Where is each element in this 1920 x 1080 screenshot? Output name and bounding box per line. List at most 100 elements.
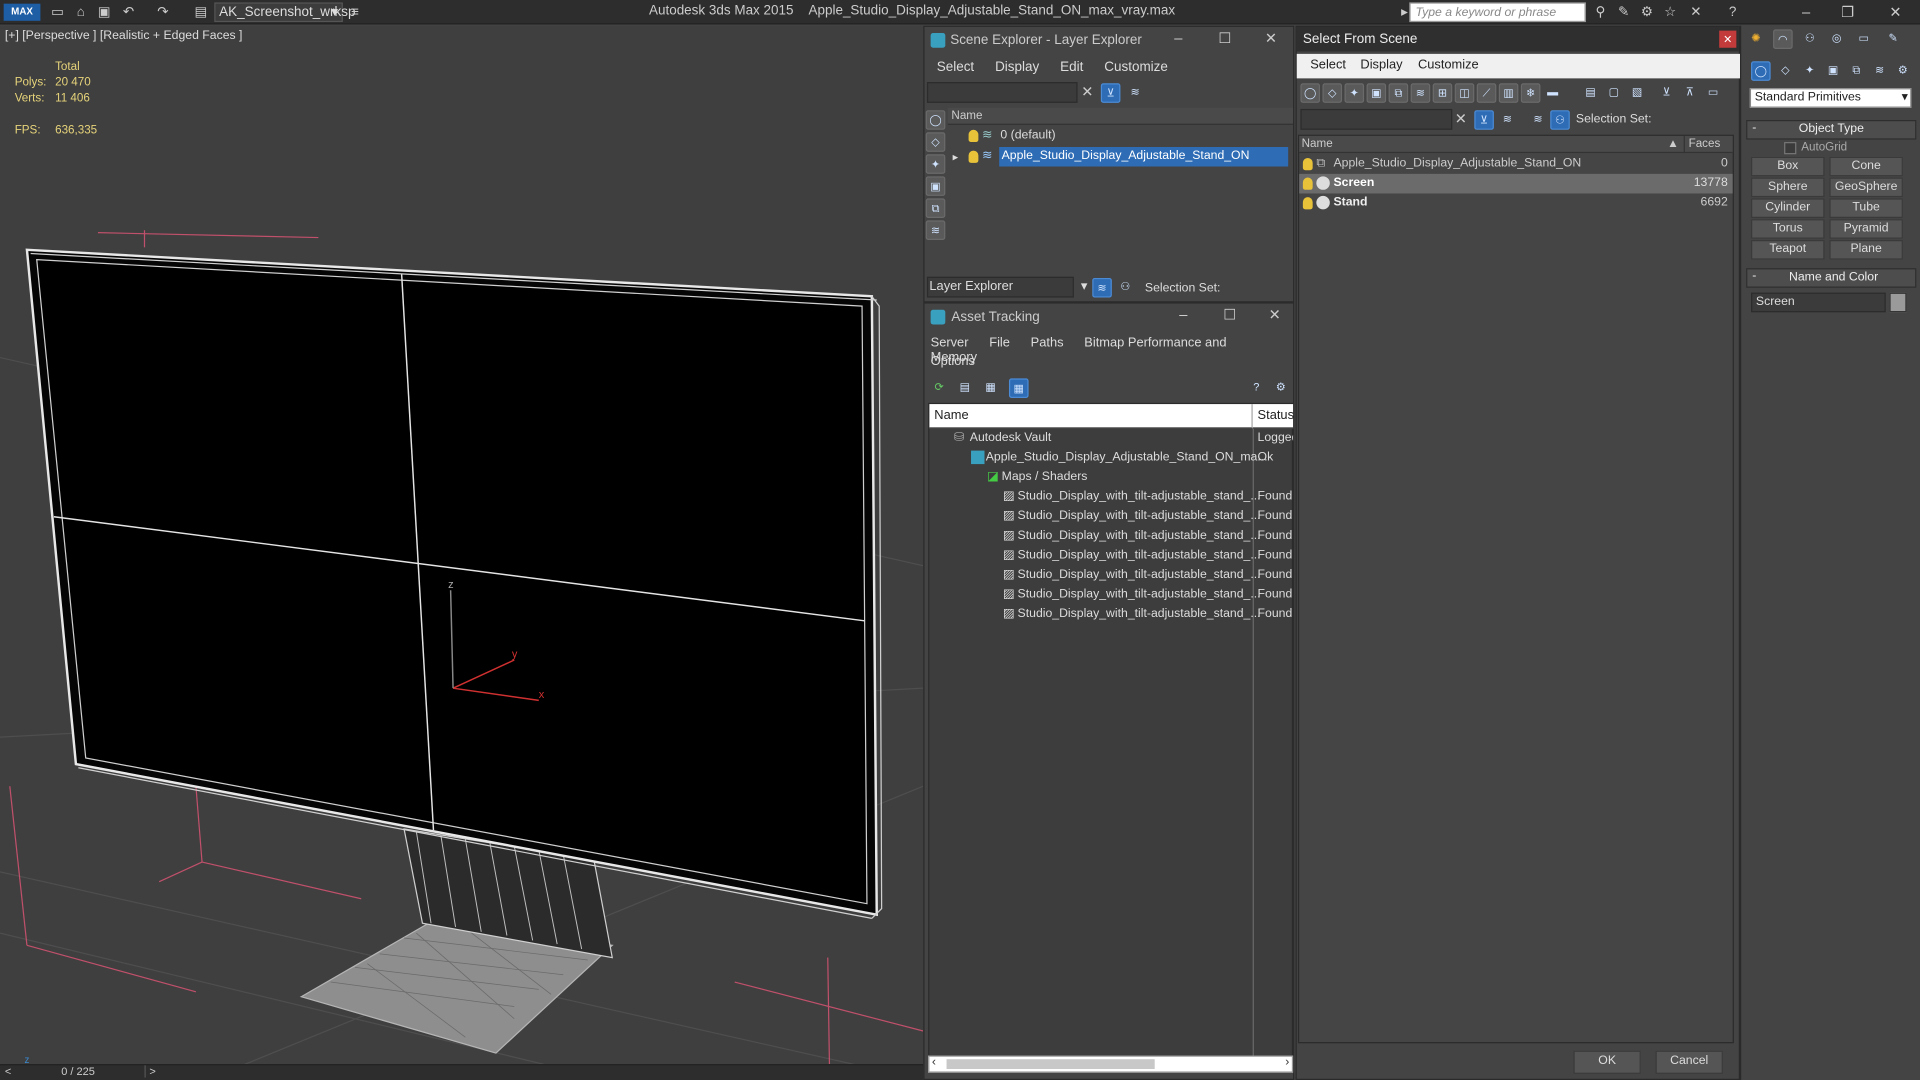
select-invert-icon[interactable]: ▧	[1627, 83, 1647, 103]
clear-search-icon[interactable]: ✕	[1455, 110, 1467, 127]
display-bones-icon[interactable]: ⟋	[1476, 83, 1497, 103]
teapot-button[interactable]: Teapot	[1751, 240, 1825, 260]
scrollbar-thumb[interactable]	[946, 1059, 1155, 1069]
menu-customize[interactable]: Customize	[1418, 58, 1479, 73]
asset-row[interactable]: Apple_Studio_Display_Adjustable_Stand_ON…	[929, 448, 1293, 468]
list-view-icon[interactable]: ▤	[955, 378, 975, 398]
menu-customize[interactable]: Customize	[1104, 60, 1168, 75]
perspective-viewport[interactable]: x y z z x [+] [Perspective ] [Realistic …	[0, 25, 924, 1065]
time-next-button[interactable]: >	[144, 1065, 156, 1078]
maximize-icon[interactable]: ☐	[1218, 29, 1231, 46]
menu-options[interactable]: Options	[931, 354, 975, 369]
asset-tracking-titlebar[interactable]: Asset Tracking – ☐ ✕	[924, 303, 1294, 331]
asset-row[interactable]: ▨ Studio_Display_with_tilt-adjustable_st…	[929, 507, 1293, 527]
rollout-collapse-icon[interactable]: -	[1752, 121, 1756, 134]
sphere-button[interactable]: Sphere	[1751, 177, 1825, 198]
hierarchy-icon[interactable]: ⚇	[1116, 278, 1136, 298]
clear-search-icon[interactable]: ✕	[1081, 83, 1093, 100]
scene-explorer-column-name[interactable]: Name	[947, 107, 1294, 125]
object-name-input[interactable]: Screen	[1751, 292, 1886, 313]
object-color-swatch[interactable]	[1889, 292, 1907, 313]
object-category-dropdown[interactable]: Standard Primitives ▾	[1749, 88, 1912, 108]
pyramid-button[interactable]: Pyramid	[1829, 219, 1903, 239]
workspace-dropdown[interactable]: AK_Screenshot_wrksp ▾	[214, 2, 355, 23]
object-column-name[interactable]: Name ▲	[1299, 135, 1684, 154]
binoculars-icon[interactable]: ⚲	[1592, 4, 1609, 21]
filter-icon[interactable]: ⊻	[1474, 110, 1494, 130]
utilities-icon[interactable]: ✎	[1883, 29, 1903, 49]
asset-row[interactable]: ▨ Studio_Display_with_tilt-adjustable_st…	[929, 566, 1293, 586]
scroll-right-icon[interactable]: ›	[1285, 1056, 1289, 1069]
menu-select[interactable]: Select	[937, 60, 974, 75]
visibility-bulb-icon[interactable]	[1302, 177, 1313, 190]
display-groups-icon[interactable]: ⊞	[1432, 83, 1453, 103]
app-logo-icon[interactable]: MAX	[3, 3, 41, 21]
display-cameras-icon[interactable]: ▣	[1366, 83, 1387, 103]
lights-category-icon[interactable]: ✦	[1800, 61, 1820, 81]
menu-server[interactable]: Server	[931, 336, 969, 351]
object-column-faces[interactable]: Faces	[1683, 135, 1733, 154]
subscription-icon[interactable]: ⚙	[1638, 4, 1655, 21]
menu-select[interactable]: Select	[1310, 58, 1346, 73]
sun-light-icon[interactable]: ✺	[1746, 29, 1766, 49]
layer-visibility-bulb-icon[interactable]	[968, 129, 979, 143]
geosphere-button[interactable]: GeoSphere	[1829, 177, 1903, 198]
systems-category-icon[interactable]: ⚙	[1893, 61, 1913, 81]
cone-button[interactable]: Cone	[1829, 156, 1903, 177]
viewport-label[interactable]: [+] [Perspective ] [Realistic + Edged Fa…	[5, 29, 243, 42]
layer-stack-icon[interactable]: ≋	[1125, 83, 1145, 103]
layer-explorer-icon[interactable]: ≋	[1092, 277, 1112, 298]
explorer-type-dropdown[interactable]: Layer Explorer ▾	[926, 276, 1087, 298]
menu-display[interactable]: Display	[995, 60, 1039, 75]
display-frozen-icon[interactable]: ❄	[1520, 83, 1541, 103]
thumbnail-view-icon[interactable]: ▦	[981, 378, 1001, 398]
new-file-icon[interactable]: ▭	[49, 4, 66, 21]
hierarchy-icon[interactable]: ⚇	[1550, 110, 1570, 130]
tube-button[interactable]: Tube	[1829, 198, 1903, 218]
plane-button[interactable]: Plane	[1829, 240, 1903, 260]
ok-button[interactable]: OK	[1573, 1050, 1641, 1074]
torus-button[interactable]: Torus	[1751, 219, 1825, 239]
motion-panel-icon[interactable]: ◎	[1827, 29, 1847, 49]
minimize-icon[interactable]: –	[1174, 29, 1182, 46]
display-geometry-icon[interactable]: ◯	[925, 110, 946, 130]
asset-row[interactable]: ▨ Studio_Display_with_tilt-adjustable_st…	[929, 487, 1293, 507]
horizontal-scrollbar[interactable]: ‹ ›	[928, 1055, 1294, 1073]
help-icon[interactable]: ?	[1724, 4, 1741, 21]
select-none-icon[interactable]: ▢	[1604, 83, 1624, 103]
display-cameras-icon[interactable]: ▣	[925, 176, 946, 196]
close-icon[interactable]: ✕	[1265, 29, 1277, 46]
refresh-icon[interactable]: ⟳	[929, 378, 949, 398]
workspace-menu-icon[interactable]: ≡	[347, 4, 364, 21]
close-icon[interactable]: ✕	[1269, 306, 1281, 323]
cameras-category-icon[interactable]: ▣	[1823, 61, 1843, 81]
table-view-icon[interactable]: ▦	[1008, 378, 1029, 398]
undo-icon[interactable]: ↶	[120, 4, 137, 21]
layer-row-default[interactable]: ≋ 0 (default)	[948, 126, 1293, 146]
cylinder-button[interactable]: Cylinder	[1751, 198, 1825, 218]
layer-stack-icon[interactable]: ≋	[1498, 110, 1518, 130]
settings-icon[interactable]: ⚙	[1271, 378, 1291, 398]
asset-row[interactable]: ▨ Studio_Display_with_tilt-adjustable_st…	[929, 527, 1293, 547]
object-row[interactable]: Stand 6692	[1299, 193, 1732, 213]
asset-row[interactable]: ▨ Studio_Display_with_tilt-adjustable_st…	[929, 546, 1293, 566]
select-from-scene-titlebar[interactable]: Select From Scene ✕	[1296, 26, 1739, 52]
hierarchy-panel-icon[interactable]: ⚇	[1800, 29, 1820, 49]
display-spacewarps-icon[interactable]: ≋	[1410, 83, 1431, 103]
display-hidden-icon[interactable]: ▬	[1543, 83, 1563, 103]
filter-icon[interactable]: ⊻	[1657, 83, 1677, 103]
display-shapes-icon[interactable]: ◇	[925, 132, 946, 152]
autogrid-checkbox[interactable]	[1784, 142, 1797, 155]
display-panel-icon[interactable]: ▭	[1854, 29, 1874, 49]
rollout-collapse-icon[interactable]: -	[1752, 269, 1756, 282]
minimize-icon[interactable]: –	[1796, 2, 1816, 22]
display-xrefs-icon[interactable]: ◫	[1454, 83, 1475, 103]
helpers-category-icon[interactable]: ⧉	[1847, 61, 1867, 81]
asset-column-status[interactable]: Status	[1252, 404, 1294, 429]
modify-panel-icon[interactable]: ◠	[1773, 29, 1793, 49]
time-prev-button[interactable]: <	[5, 1065, 11, 1077]
layer-row-selected[interactable]: ▸ ≋ Apple_Studio_Display_Adjustable_Stan…	[948, 146, 1293, 167]
project-folder-icon[interactable]: ▤	[192, 4, 209, 21]
close-icon[interactable]: ✕	[1719, 30, 1737, 48]
display-lights-icon[interactable]: ✦	[925, 154, 946, 174]
